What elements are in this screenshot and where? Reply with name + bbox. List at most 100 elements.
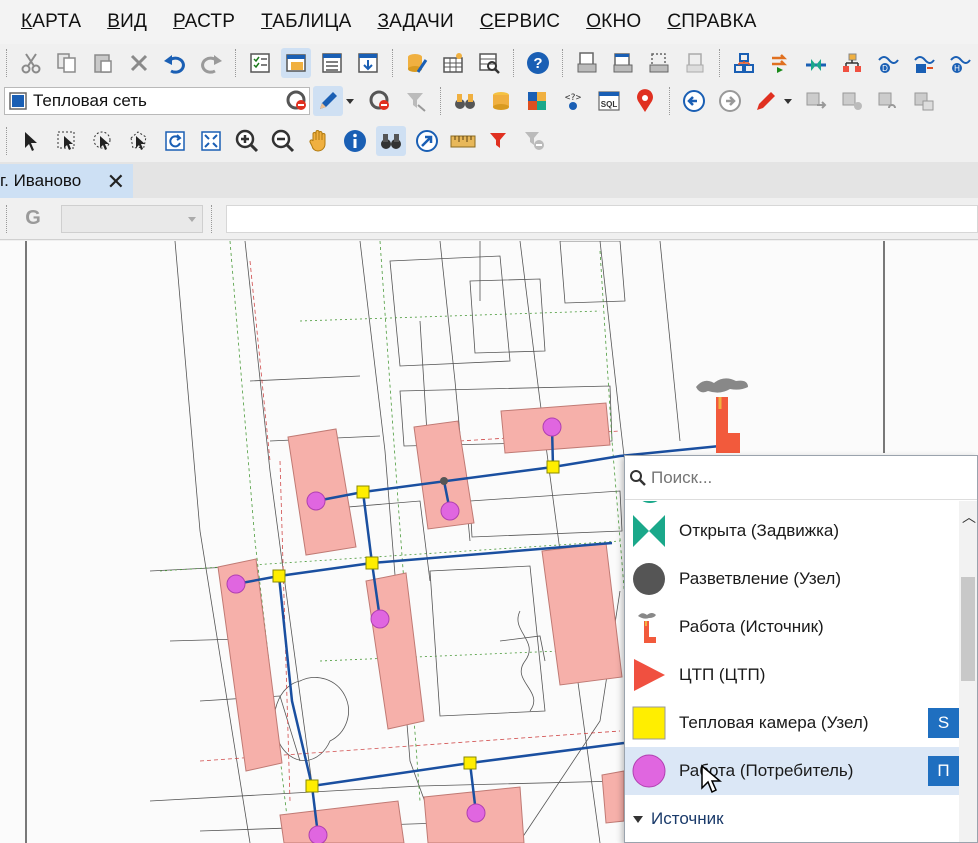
symbol-search-input[interactable] — [651, 467, 931, 488]
heat-chamber-node[interactable] — [365, 556, 379, 570]
flag-filter-button[interactable] — [484, 126, 514, 156]
draw-line-button[interactable] — [751, 86, 781, 116]
layer-select[interactable]: Тепловая сеть — [4, 87, 310, 115]
zoom-extent-button[interactable] — [196, 126, 226, 156]
table-search-button[interactable] — [474, 48, 504, 78]
cut-button[interactable] — [16, 48, 46, 78]
find-objects-button[interactable] — [376, 126, 406, 156]
measure-button[interactable] — [448, 126, 478, 156]
print-disabled-button[interactable] — [680, 48, 710, 78]
consumer-node[interactable] — [466, 803, 486, 823]
network-nodes-button[interactable] — [729, 48, 759, 78]
building[interactable] — [541, 542, 623, 686]
symbol-item-heat-chamber[interactable]: Тепловая камера (Узел) S — [625, 699, 961, 747]
print-preview-button[interactable] — [572, 48, 602, 78]
symbol-item-branch-node[interactable]: Разветвление (Узел) — [625, 555, 961, 603]
symbol-item-consumer[interactable]: Работа (Потребитель) П — [625, 747, 961, 795]
select-circle-button[interactable] — [88, 126, 118, 156]
consumer-node[interactable] — [306, 491, 326, 511]
clear-layer-icon[interactable] — [285, 89, 309, 113]
menu-rastr[interactable]: РАСТР — [173, 11, 235, 33]
navigate-button[interactable] — [412, 126, 442, 156]
zoom-in-button[interactable] — [232, 126, 262, 156]
query-button[interactable]: <?> — [558, 86, 588, 116]
symbol-item-ctp[interactable]: ЦТП (ЦТП) — [625, 651, 961, 699]
sql-button[interactable]: SQL — [594, 86, 624, 116]
undo-button[interactable] — [160, 48, 190, 78]
redo-button[interactable] — [196, 48, 226, 78]
tab-ivanovo[interactable]: г. Иваново ✕ — [0, 164, 133, 198]
new-table-button[interactable] — [438, 48, 468, 78]
refresh-map-button[interactable] — [160, 126, 190, 156]
menu-okno[interactable]: ОКНО — [586, 11, 641, 33]
group-header-source[interactable]: Источник — [625, 799, 961, 839]
pan-button[interactable] — [304, 126, 334, 156]
link-object-button[interactable] — [873, 86, 903, 116]
menu-tablica[interactable]: ТАБЛИЦА — [261, 11, 351, 33]
building[interactable] — [287, 428, 357, 556]
symbol-list-scrollbar[interactable]: ︿ — [959, 501, 977, 842]
menu-zadachi[interactable]: ЗАДАЧИ — [377, 11, 453, 33]
menu-karta[interactable]: КАРТА — [21, 11, 81, 33]
menu-servis[interactable]: СЕРВИС — [480, 11, 560, 33]
copy-button[interactable] — [52, 48, 82, 78]
flow-run-button[interactable] — [765, 48, 795, 78]
branch-node[interactable] — [440, 477, 448, 485]
print-area-button[interactable] — [644, 48, 674, 78]
chevron-down-icon[interactable] — [346, 98, 354, 104]
graph-p-button[interactable] — [909, 48, 939, 78]
symbol-item-valve-open[interactable]: Открыта (Задвижка) — [625, 507, 961, 555]
edit-layer-button[interactable] — [313, 86, 343, 116]
chevron-down-icon[interactable] — [784, 98, 792, 104]
heat-pipe[interactable] — [361, 491, 374, 564]
paste-button[interactable] — [88, 48, 118, 78]
locate-button[interactable] — [630, 86, 660, 116]
building[interactable] — [217, 558, 283, 772]
select-rect-button[interactable] — [52, 126, 82, 156]
network-config-button[interactable] — [837, 48, 867, 78]
forward-button[interactable] — [715, 86, 745, 116]
heat-chamber-node[interactable] — [546, 460, 560, 474]
help-button[interactable]: ? — [523, 48, 553, 78]
print-list-button[interactable] — [608, 48, 638, 78]
import-button[interactable] — [353, 48, 383, 78]
heat-chamber-node[interactable] — [463, 756, 477, 770]
back-button[interactable] — [679, 86, 709, 116]
chevron-up-icon[interactable]: ︿ — [962, 507, 976, 527]
move-object-button[interactable] — [801, 86, 831, 116]
building[interactable] — [601, 770, 625, 824]
select-arrow-button[interactable] — [16, 126, 46, 156]
delete-button[interactable] — [124, 48, 154, 78]
graph-h-button[interactable]: H — [945, 48, 975, 78]
clear-flag-button[interactable] — [520, 126, 550, 156]
consumer-node[interactable] — [308, 825, 328, 843]
copy-object-button[interactable] — [837, 86, 867, 116]
menu-spravka[interactable]: СПРАВКА — [667, 11, 756, 33]
expression-combo[interactable] — [61, 204, 203, 233]
close-icon[interactable]: ✕ — [107, 169, 125, 195]
consumer-node[interactable] — [440, 501, 460, 521]
info-button[interactable] — [340, 126, 370, 156]
menu-vid[interactable]: ВИД — [107, 11, 147, 33]
remove-filter-button[interactable] — [365, 86, 395, 116]
consumer-node[interactable] — [542, 417, 562, 437]
valve-button[interactable] — [801, 48, 831, 78]
scrollbar-thumb[interactable] — [961, 577, 975, 681]
heat-chamber-node[interactable] — [305, 779, 319, 793]
table-view-button[interactable] — [317, 48, 347, 78]
heat-chamber-node[interactable] — [356, 485, 370, 499]
funnel-button[interactable] — [401, 86, 431, 116]
graph-d-button[interactable]: D — [873, 48, 903, 78]
symbol-item-heat-source[interactable]: Работа (Источник) — [625, 603, 961, 651]
open-layers-button[interactable] — [281, 48, 311, 78]
zoom-out-button[interactable] — [268, 126, 298, 156]
thematic-map-button[interactable] — [522, 86, 552, 116]
consumer-node[interactable] — [226, 574, 246, 594]
consumer-node[interactable] — [370, 609, 390, 629]
group-object-button[interactable] — [909, 86, 939, 116]
checklist-button[interactable] — [245, 48, 275, 78]
heat-chamber-node[interactable] — [272, 569, 286, 583]
database-button[interactable] — [486, 86, 516, 116]
expression-input[interactable] — [226, 204, 978, 233]
building[interactable] — [365, 572, 425, 730]
